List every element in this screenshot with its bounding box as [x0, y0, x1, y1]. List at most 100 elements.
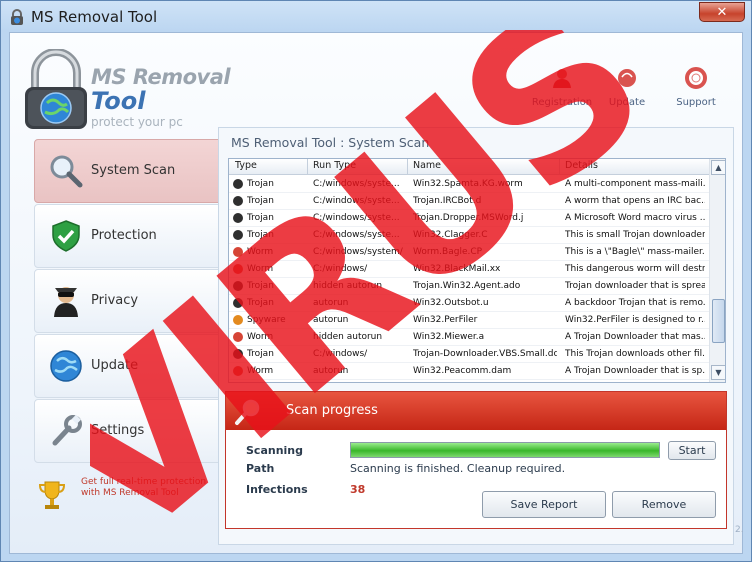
scanning-label: Scanning	[246, 444, 304, 457]
col-separator	[307, 159, 308, 175]
path-label: Path	[246, 462, 275, 475]
threat-type-icon	[233, 230, 243, 240]
cell-run-type: autorun	[313, 315, 349, 325]
cell-details: A Microsoft Word macro virus ...	[565, 213, 705, 223]
registration-icon	[553, 69, 571, 88]
remove-button[interactable]: Remove	[612, 491, 716, 518]
table-header: Type Run Type Name Details	[229, 159, 709, 175]
nav-protection[interactable]: Protection	[34, 204, 220, 268]
table-row[interactable]: Trojan C:/windows/syste... Win32.Spamta.KG…	[229, 176, 709, 193]
cell-name: Worm.Bagle.CP	[413, 247, 483, 257]
scroll-up-icon[interactable]: ▲	[711, 160, 725, 175]
table-row[interactable]: Worm autorun Win32.Peacomm.dam A Trojan Dow…	[229, 363, 709, 380]
cell-details: A backdoor Trojan that is remo...	[565, 298, 705, 308]
cell-run-type: C:/windows/syste...	[313, 196, 400, 206]
col-name[interactable]: Name	[413, 160, 441, 171]
table-row[interactable]: Worm C:/windows/Win32.BlackMail.xx This da…	[229, 261, 709, 278]
cell-details: This is a \"Bagle\" mass-mailer...	[565, 247, 705, 257]
update-top-label: Update	[608, 97, 646, 108]
cell-run-type: autorun	[313, 366, 349, 376]
cell-type: Worm	[247, 264, 274, 274]
scroll-thumb[interactable]	[712, 299, 725, 343]
cell-type: Trojan	[247, 213, 274, 223]
support-button[interactable]: Support	[661, 67, 731, 108]
cell-details: A multi-component mass-maili...	[565, 179, 705, 189]
cell-run-type: autorun	[313, 298, 349, 308]
cell-type: Worm	[247, 247, 274, 257]
table-row[interactable]: Worm hidden autorun Win32.Miewer.a A Trojan…	[229, 329, 709, 346]
cell-details: A worm that opens an IRC bac...	[565, 196, 705, 206]
infections-value: 38	[350, 483, 366, 496]
nav-settings[interactable]: Settings	[34, 399, 220, 463]
threat-type-icon	[233, 349, 243, 359]
threat-type-icon	[233, 264, 243, 274]
nav-protection-label: Protection	[91, 228, 157, 243]
wrench-icon	[52, 414, 82, 446]
progress-bar	[350, 442, 660, 458]
nav-privacy-label: Privacy	[91, 293, 139, 308]
cell-run-type: C:/windows/system/	[313, 247, 403, 257]
cell-name: Win32.PerFiler	[413, 315, 478, 325]
panel-title: MS Removal Tool : System Scan	[231, 135, 430, 150]
title-bar[interactable]: MS Removal Tool ✕	[1, 1, 751, 33]
cell-type: Trojan	[247, 298, 274, 308]
cell-type: Spyware	[247, 315, 286, 325]
table-row[interactable]: Trojan C:/windows/Trojan-Downloader.VBS.S…	[229, 346, 709, 363]
update-top-button[interactable]: Update	[592, 67, 662, 108]
col-details[interactable]: Details	[565, 160, 598, 171]
nav-settings-label: Settings	[91, 423, 145, 438]
logo-tool: Tool	[91, 87, 146, 115]
threat-type-icon	[233, 196, 243, 206]
support-label: Support	[676, 97, 716, 108]
cell-details: A Trojan Downloader that is sp...	[565, 366, 705, 376]
col-run-type[interactable]: Run Type	[313, 160, 356, 171]
nav-update[interactable]: Update	[34, 334, 220, 398]
cell-run-type: hidden autorun	[313, 332, 383, 342]
cell-details: This is small Trojan downloader...	[565, 230, 705, 240]
cell-type: Trojan	[247, 196, 274, 206]
threat-type-icon	[233, 213, 243, 223]
col-type[interactable]: Type	[235, 160, 257, 171]
cell-run-type: hidden autorun	[313, 281, 383, 291]
promo-link[interactable]: Get full real-time protection with MS Re…	[81, 477, 211, 499]
support-icon	[685, 67, 707, 89]
version-text: 2.	[735, 525, 744, 535]
path-value: Scanning is finished. Cleanup required.	[350, 462, 566, 475]
table-row[interactable]: Trojan autorun Win32.Outsbot.u A backdoor T…	[229, 295, 709, 312]
scroll-down-icon[interactable]: ▼	[711, 365, 725, 380]
cell-run-type: C:/windows/syste...	[313, 230, 400, 240]
cell-type: Worm	[247, 366, 274, 376]
table-row[interactable]: Trojan C:/windows/syste... Trojan.IRCBot.d…	[229, 193, 709, 210]
magnifier-icon	[235, 399, 260, 425]
cell-type: Trojan	[247, 349, 274, 359]
threat-type-icon	[233, 315, 243, 325]
app-window: MS Removal Tool ✕ MS Removal Tool protec…	[0, 0, 752, 562]
threat-type-icon	[233, 281, 243, 291]
cell-type: Worm	[247, 332, 274, 342]
nav-system-scan-label: System Scan	[91, 163, 176, 178]
table-row[interactable]: Trojan hidden autorun Trojan.Win32.Agent.a…	[229, 278, 709, 295]
start-button[interactable]: Start	[668, 441, 716, 460]
nav-privacy[interactable]: Privacy	[34, 269, 220, 333]
table-row[interactable]: Spyware autorun Win32.PerFiler Win32.PerFil…	[229, 312, 709, 329]
cell-type: Trojan	[247, 281, 274, 291]
registration-button[interactable]: Registration	[527, 67, 597, 108]
table-row[interactable]: Trojan C:/windows/syste... Trojan.Dropper.…	[229, 210, 709, 227]
cell-name: Win32.Clagger.C	[413, 230, 488, 240]
nav-system-scan[interactable]: System Scan	[34, 139, 220, 203]
cell-name: Trojan.Dropper.MSWord.j	[413, 213, 524, 223]
cell-run-type: C:/windows/	[313, 349, 368, 359]
cell-type: Trojan	[247, 230, 274, 240]
progress-header: Scan progress	[226, 392, 726, 430]
cell-run-type: C:/windows/syste...	[313, 179, 400, 189]
progress-box: Scan progress Scanning Start Path Scanni…	[225, 391, 727, 529]
close-button[interactable]: ✕	[699, 2, 745, 22]
table-row[interactable]: Trojan C:/windows/syste... Win32.Clagger.C…	[229, 227, 709, 244]
table-scrollbar[interactable]: ▲ ▼	[709, 159, 725, 382]
col-separator	[559, 159, 560, 175]
table-row[interactable]: Worm C:/windows/system/Worm.Bagle.CP This …	[229, 244, 709, 261]
nav-update-label: Update	[91, 358, 139, 373]
save-report-button[interactable]: Save Report	[482, 491, 606, 518]
cell-name: Win32.BlackMail.xx	[413, 264, 501, 274]
cell-details: Win32.PerFiler is designed to r...	[565, 315, 705, 325]
